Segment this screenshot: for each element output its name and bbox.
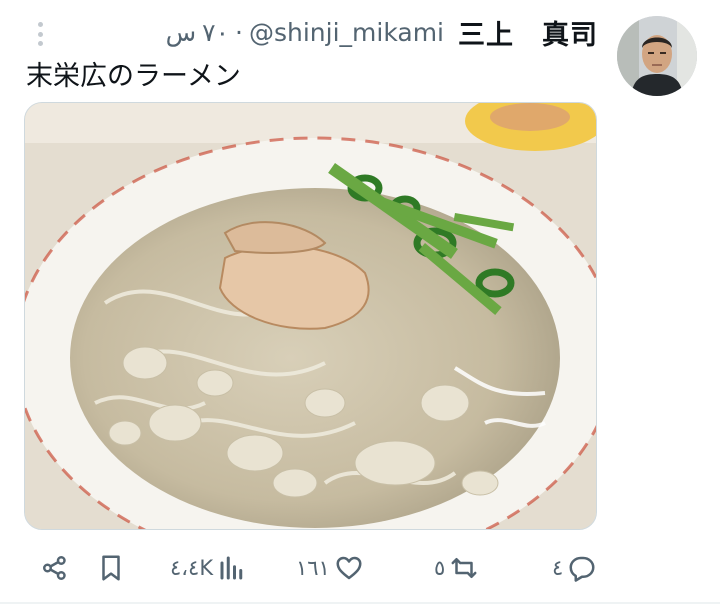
like-count: ١٦١ bbox=[296, 556, 330, 580]
user-handle[interactable]: @shinji_mikami bbox=[249, 18, 444, 47]
more-options-icon[interactable] bbox=[30, 20, 50, 48]
retweet-count: ٥ bbox=[434, 556, 446, 580]
reply-count: ٤ bbox=[552, 556, 564, 580]
tweet-text: 末栄広のラーメン bbox=[26, 61, 241, 92]
reply-bubble-icon bbox=[569, 556, 595, 582]
ramen-photo bbox=[25, 103, 596, 529]
avatar[interactable] bbox=[617, 16, 697, 96]
tweet-meta: س ٧٠ · @shinji_mikami bbox=[166, 18, 444, 47]
share-icon bbox=[43, 556, 66, 580]
avatar-image bbox=[617, 16, 697, 96]
divider bbox=[0, 602, 720, 604]
like-button[interactable]: ١٦١ bbox=[296, 544, 364, 592]
dot bbox=[37, 31, 43, 37]
views-button[interactable]: ٤،٤K bbox=[170, 544, 247, 592]
tweet-actions: ٤،٤K ١٦١ ٥ ٤ bbox=[0, 544, 720, 592]
bookmark-button[interactable] bbox=[96, 544, 126, 592]
share-button[interactable] bbox=[40, 544, 70, 592]
dot bbox=[37, 22, 43, 27]
dot bbox=[37, 41, 43, 46]
time-unit: س bbox=[165, 17, 197, 47]
reply-button[interactable]: ٤ bbox=[552, 544, 597, 592]
views-count: ٤،٤K bbox=[170, 556, 214, 580]
bookmark-icon bbox=[102, 555, 120, 581]
separator-dot: · bbox=[235, 17, 243, 47]
heart-icon bbox=[336, 556, 362, 580]
timestamp[interactable]: ٧٠ bbox=[202, 18, 229, 47]
tweet-header: س ٧٠ · @shinji_mikami 三上 真司 bbox=[166, 13, 598, 52]
retweet-button[interactable]: ٥ bbox=[434, 544, 479, 592]
tweet-photo[interactable] bbox=[24, 102, 597, 530]
display-name[interactable]: 三上 真司 bbox=[458, 13, 598, 52]
bar-chart-icon bbox=[220, 556, 243, 580]
retweet-icon bbox=[451, 558, 477, 578]
